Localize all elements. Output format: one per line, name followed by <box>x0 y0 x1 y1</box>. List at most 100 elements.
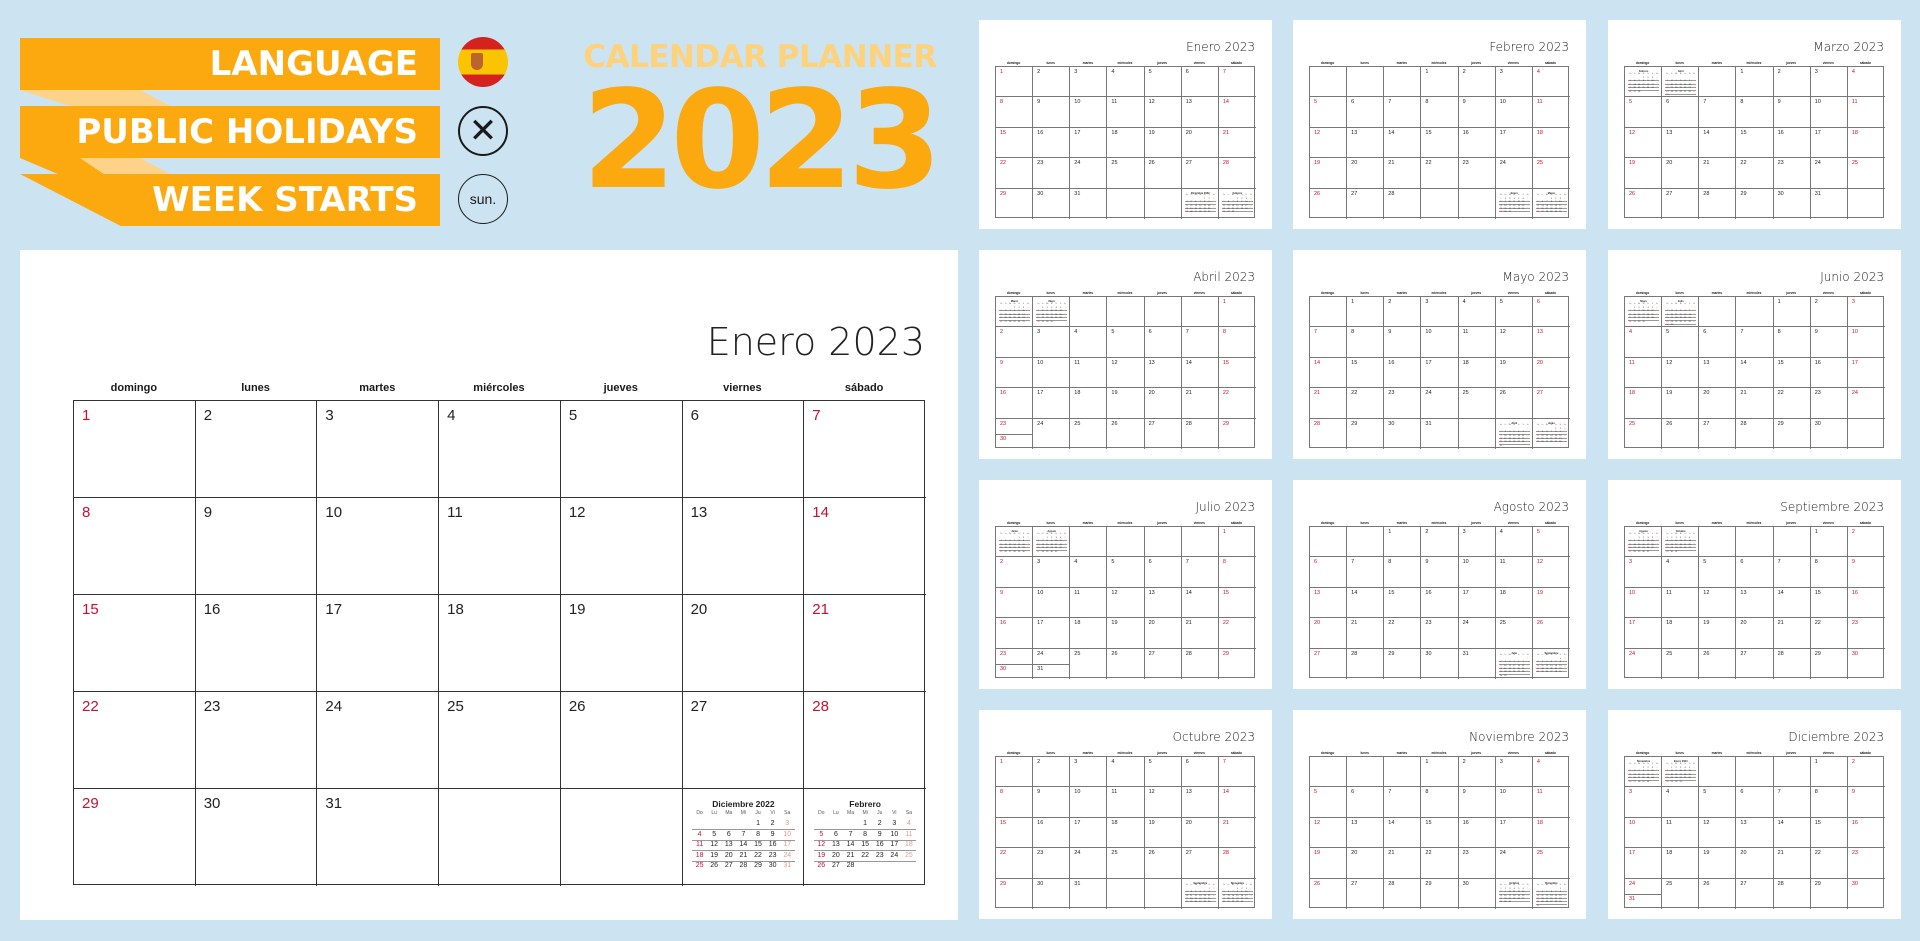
day-cell[interactable]: 28 <box>1736 418 1774 449</box>
month-card-noviembre[interactable]: Noviembre 2023 domingo lunes martes miércole… <box>1293 710 1586 919</box>
day-cell[interactable]: 20 <box>1310 618 1348 649</box>
day-cell[interactable]: 26 <box>1625 188 1663 219</box>
day-cell[interactable]: 24 <box>1495 848 1533 879</box>
day-cell[interactable]: 31 <box>1070 188 1108 219</box>
day-cell[interactable]: 29 <box>1384 648 1422 679</box>
day-cell[interactable]: 26 <box>1310 878 1348 909</box>
day-cell[interactable]: 7 <box>1218 67 1256 98</box>
day-cell[interactable]: 17 <box>317 595 440 692</box>
day-cell[interactable]: 13 <box>1181 787 1219 818</box>
day-cell[interactable]: 12 <box>1662 357 1700 389</box>
day-cell[interactable]: 4 <box>1070 557 1108 588</box>
day-cell[interactable]: 14 <box>1384 817 1422 849</box>
day-cell[interactable]: 10 <box>1033 587 1071 619</box>
day-cell[interactable]: 28 <box>1384 878 1422 909</box>
day-cell[interactable]: 11 <box>1495 557 1533 588</box>
day-cell[interactable]: 14 <box>1773 817 1811 849</box>
day-cell[interactable] <box>1107 527 1145 558</box>
day-cell[interactable]: 7 <box>1773 557 1811 588</box>
day-cell[interactable]: 27 <box>1736 648 1774 679</box>
day-cell[interactable]: 6 <box>1736 557 1774 588</box>
day-cell[interactable] <box>1848 419 1885 449</box>
day-cell[interactable]: 17 <box>1495 127 1533 159</box>
day-cell[interactable]: 14 <box>1181 587 1219 619</box>
day-cell[interactable]: 24 <box>1495 158 1533 189</box>
day-cell[interactable]: 11 <box>1625 357 1663 389</box>
day-cell[interactable]: 6 <box>1310 557 1348 588</box>
day-cell[interactable]: 4 <box>1532 757 1570 788</box>
day-cell[interactable]: 21 <box>1773 848 1811 879</box>
day-cell[interactable]: 25 <box>1532 158 1570 189</box>
day-cell[interactable]: 4 <box>439 401 561 498</box>
day-cell[interactable]: 10 <box>1625 817 1663 849</box>
day-cell[interactable]: 1 <box>1810 527 1848 558</box>
day-cell[interactable]: 27 <box>1145 418 1182 449</box>
day-cell[interactable]: 1 <box>1218 297 1256 328</box>
day-cell[interactable]: 23 <box>1773 158 1811 189</box>
day-cell[interactable]: 4 <box>1107 67 1145 98</box>
day-cell[interactable]: 3 <box>1810 67 1848 98</box>
day-cell[interactable] <box>1347 527 1385 558</box>
day-cell[interactable] <box>1070 527 1108 558</box>
day-cell[interactable]: 9 <box>1773 97 1811 128</box>
month-card-octubre[interactable]: Octubre 2023 domingo lunes martes miércoles j… <box>979 710 1272 919</box>
day-cell[interactable]: 4 <box>1662 787 1700 818</box>
day-cell[interactable]: 14 <box>1699 127 1737 159</box>
day-cell[interactable]: 1 <box>1384 527 1422 558</box>
day-cell[interactable]: 18 <box>1107 817 1145 849</box>
day-cell[interactable]: 4 <box>1662 557 1700 588</box>
day-cell[interactable]: 23 <box>1810 388 1848 419</box>
day-cell[interactable] <box>1699 527 1737 558</box>
day-cell[interactable]: 25 <box>1662 648 1700 679</box>
day-cell[interactable]: 9 <box>1033 97 1071 128</box>
day-cell[interactable]: 22 <box>1347 388 1385 419</box>
day-cell[interactable] <box>1107 878 1145 909</box>
day-cell[interactable]: 7 <box>1773 787 1811 818</box>
day-cell[interactable]: 7 <box>1736 327 1774 358</box>
day-cell[interactable]: 20 <box>1532 358 1570 389</box>
day-cell[interactable]: 20 <box>1347 158 1385 189</box>
day-cell[interactable]: 11 <box>1532 97 1570 128</box>
day-cell[interactable]: 28 <box>1218 158 1256 189</box>
day-cell[interactable] <box>1145 878 1182 909</box>
day-cell[interactable]: 25 <box>1107 848 1145 879</box>
day-cell[interactable]: 20 <box>1736 618 1774 649</box>
day-cell[interactable]: 8 <box>1810 557 1848 588</box>
day-cell[interactable]: 19 <box>1495 357 1533 389</box>
day-cell[interactable]: 27 <box>1347 878 1385 909</box>
day-cell[interactable]: 30 <box>1774 188 1811 219</box>
day-cell[interactable]: 6 <box>1736 787 1774 818</box>
day-cell[interactable]: 3 <box>1625 557 1663 588</box>
day-cell[interactable] <box>1421 188 1459 219</box>
day-cell[interactable]: 1 <box>1736 67 1774 98</box>
day-cell[interactable]: 16 <box>1421 587 1459 619</box>
day-cell[interactable]: 16 <box>996 618 1034 649</box>
day-cell[interactable]: 26 <box>1144 158 1182 189</box>
day-cell[interactable]: 21 <box>1384 158 1422 189</box>
day-cell[interactable] <box>1773 757 1811 788</box>
day-cell[interactable]: 25 <box>1070 648 1108 679</box>
day-cell[interactable]: 6 <box>1532 297 1570 328</box>
day-cell[interactable]: 8 <box>1421 97 1459 128</box>
day-cell[interactable]: 13 <box>1736 817 1774 849</box>
day-cell[interactable]: 11 <box>1107 97 1145 128</box>
day-cell[interactable] <box>1310 67 1348 98</box>
day-cell[interactable]: 2 <box>996 557 1034 588</box>
day-cell[interactable]: 18 <box>1532 818 1570 849</box>
day-cell[interactable]: 9 <box>996 587 1034 619</box>
day-cell[interactable]: 24 <box>1033 418 1071 449</box>
day-cell[interactable]: 14 <box>1773 587 1811 619</box>
day-cell[interactable]: 6 <box>1181 67 1219 98</box>
day-cell[interactable]: 11 <box>1662 817 1700 849</box>
day-cell[interactable]: 4 <box>1625 327 1663 358</box>
day-cell[interactable] <box>1144 527 1182 558</box>
day-cell[interactable]: 17 <box>1070 127 1108 159</box>
day-cell[interactable]: 18 <box>1070 618 1108 649</box>
day-cell[interactable]: 28 <box>1347 648 1385 679</box>
day-cell[interactable] <box>1699 67 1737 98</box>
day-cell[interactable]: 19 <box>560 595 683 692</box>
day-cell[interactable]: 15 <box>1218 588 1256 619</box>
day-cell[interactable]: 5 <box>1662 327 1700 358</box>
day-cell[interactable] <box>1699 757 1737 788</box>
day-cell[interactable]: 21 <box>804 595 926 692</box>
